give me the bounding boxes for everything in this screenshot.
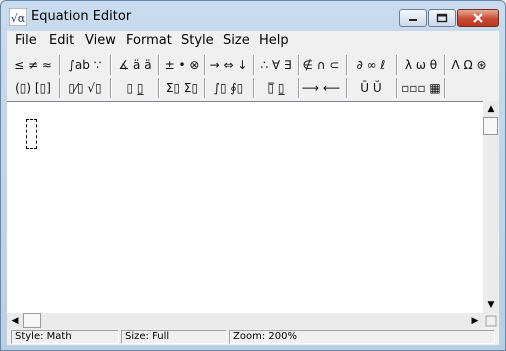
toolbar-separator: [346, 78, 348, 98]
scroll-down-icon[interactable]: ▼: [483, 297, 499, 313]
horizontal-scrollbar[interactable]: ◀ ▶: [7, 313, 483, 329]
symbol-palette-row: ≤ ≠ ≈ ∫ab ∵ ∡ ä ä ± • ⊗ → ⇔ ↓ ∴ ∀ ∃ ∉ ∩ …: [7, 54, 499, 78]
greek-lowercase-button[interactable]: λ ω θ: [399, 54, 443, 76]
misc-symbols-button[interactable]: ∂ ∞ ℓ: [349, 54, 393, 76]
close-button[interactable]: [457, 9, 499, 27]
logical-symbols-button[interactable]: ∴ ∀ ∃: [256, 54, 296, 76]
toolbar-separator: [253, 55, 255, 75]
labeled-arrow-templates-button[interactable]: ⟶ ⟵: [300, 77, 342, 99]
status-bar: Style: Math Size: Full Zoom: 200%: [7, 329, 499, 345]
menu-bar: File Edit View Format Style Size Help: [7, 31, 499, 51]
horizontal-scroll-thumb[interactable]: [23, 313, 41, 328]
matrix-templates-button[interactable]: ▫▫▫ ▦: [399, 77, 443, 99]
status-zoom: Zoom: 200%: [229, 330, 495, 344]
toolbar-separator: [444, 78, 446, 98]
toolbar-separator: [59, 55, 61, 75]
minimize-icon: [409, 19, 417, 21]
toolbar-separator: [253, 78, 255, 98]
fraction-radical-templates-button[interactable]: ▯⁄▯ √▯: [63, 77, 107, 99]
maximize-button[interactable]: [428, 9, 456, 27]
menu-format[interactable]: Format: [126, 33, 172, 48]
relational-symbols-button[interactable]: ≤ ≠ ≈: [11, 54, 55, 76]
vertical-scroll-thumb[interactable]: [483, 117, 498, 135]
svg-text:√α: √α: [11, 12, 26, 25]
scroll-up-icon[interactable]: ▲: [483, 101, 499, 117]
equation-editor-window: √α Equation Editor File Edit View Format…: [0, 0, 506, 351]
toolbar-separator: [110, 55, 112, 75]
products-set-theory-templates-button[interactable]: Ū Ŭ: [349, 77, 393, 99]
equation-editor-app-icon: √α: [9, 8, 27, 26]
menu-view[interactable]: View: [85, 33, 116, 48]
status-size: Size: Full: [121, 330, 227, 344]
window-title: Equation Editor: [31, 9, 132, 24]
greek-uppercase-button[interactable]: Λ Ω ⊛: [447, 54, 491, 76]
menu-size[interactable]: Size: [223, 33, 250, 48]
template-palette-row: (▯) [▯] ▯⁄▯ √▯ ▯ ▯̲ Σ▯ Σ▯ ∫▯ ∮▯ ▯̅ ▯̲ ⟶ …: [7, 77, 499, 101]
underbar-overbar-templates-button[interactable]: ▯̅ ▯̲: [256, 77, 296, 99]
menu-file[interactable]: File: [15, 33, 37, 48]
toolbar-separator: [158, 55, 160, 75]
scroll-right-icon[interactable]: ▶: [467, 313, 483, 329]
menu-help[interactable]: Help: [259, 33, 289, 48]
resize-grip-icon: [485, 315, 497, 327]
toolbar-separator: [396, 55, 398, 75]
maximize-icon: [436, 13, 448, 23]
embellishments-button[interactable]: ∡ ä ä: [113, 54, 157, 76]
status-style: Style: Math: [11, 330, 119, 344]
set-theory-symbols-button[interactable]: ∉ ∩ ⊂: [300, 54, 342, 76]
title-bar[interactable]: √α Equation Editor: [1, 1, 505, 31]
minimize-button[interactable]: [399, 9, 427, 27]
toolbar-separator: [396, 78, 398, 98]
toolbar-separator: [444, 55, 446, 75]
vertical-scrollbar[interactable]: ▲ ▼: [483, 101, 499, 313]
scroll-left-icon[interactable]: ◀: [7, 313, 23, 329]
operator-symbols-button[interactable]: ± • ⊗: [161, 54, 203, 76]
arrow-symbols-button[interactable]: → ⇔ ↓: [206, 54, 251, 76]
summation-templates-button[interactable]: Σ▯ Σ▯: [161, 77, 203, 99]
menu-style[interactable]: Style: [181, 33, 214, 48]
toolbar-separator: [110, 78, 112, 98]
empty-template-slot[interactable]: [26, 119, 37, 149]
toolbar-separator: [59, 78, 61, 98]
equation-editing-area[interactable]: [7, 101, 483, 314]
toolbar-separator: [158, 78, 160, 98]
symbol-template-toolbar: ≤ ≠ ≈ ∫ab ∵ ∡ ä ä ± • ⊗ → ⇔ ↓ ∴ ∀ ∃ ∉ ∩ …: [7, 51, 499, 101]
menu-edit[interactable]: Edit: [49, 33, 74, 48]
spaces-ellipses-button[interactable]: ∫ab ∵: [63, 54, 107, 76]
subscript-superscript-templates-button[interactable]: ▯ ▯̲: [113, 77, 157, 99]
resize-grip[interactable]: [483, 313, 499, 329]
fence-templates-button[interactable]: (▯) [▯]: [11, 77, 55, 99]
integral-templates-button[interactable]: ∫▯ ∮▯: [206, 77, 251, 99]
toolbar-separator: [346, 55, 348, 75]
close-icon: [473, 13, 483, 23]
